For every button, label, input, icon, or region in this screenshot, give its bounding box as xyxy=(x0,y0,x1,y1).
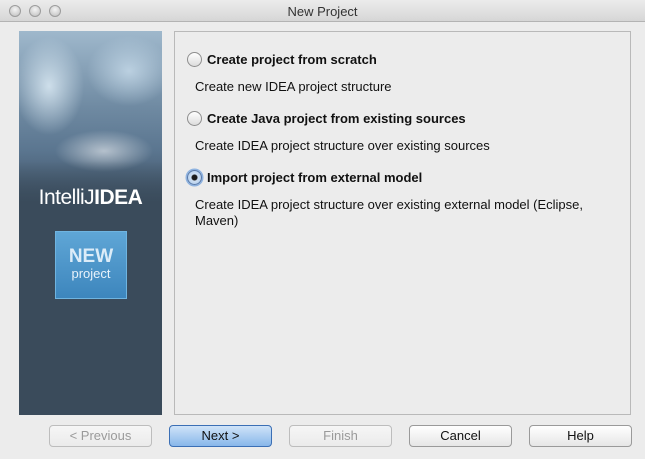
previous-button[interactable]: < Previous xyxy=(49,425,152,447)
cancel-button[interactable]: Cancel xyxy=(409,425,512,447)
title-bar: New Project xyxy=(0,0,645,22)
intellij-idea-logo: IntelliJIDEA xyxy=(38,186,143,209)
option-description: Create IDEA project structure over exist… xyxy=(195,138,490,153)
next-button[interactable]: Next > xyxy=(169,425,272,447)
finish-button[interactable]: Finish xyxy=(289,425,392,447)
option-label[interactable]: Import project from external model xyxy=(207,170,422,185)
radio-import-external-model[interactable] xyxy=(187,170,202,185)
new-project-badge: NEW project xyxy=(55,231,127,299)
option-label[interactable]: Create project from scratch xyxy=(207,52,377,67)
help-button[interactable]: Help xyxy=(529,425,632,447)
intellij-banner: IntelliJIDEA NEW project xyxy=(19,31,162,415)
radio-java-from-sources[interactable] xyxy=(187,111,202,126)
radio-create-from-scratch[interactable] xyxy=(187,52,202,67)
window-title: New Project xyxy=(287,4,358,19)
option-description: Create new IDEA project structure xyxy=(195,79,392,94)
project-type-panel: Create project from scratch Create new I… xyxy=(174,31,631,415)
option-label[interactable]: Create Java project from existing source… xyxy=(207,111,466,126)
option-description: Create IDEA project structure over exist… xyxy=(195,197,584,228)
new-project-dialog: New Project IntelliJIDEA NEW project Cre… xyxy=(0,0,645,459)
